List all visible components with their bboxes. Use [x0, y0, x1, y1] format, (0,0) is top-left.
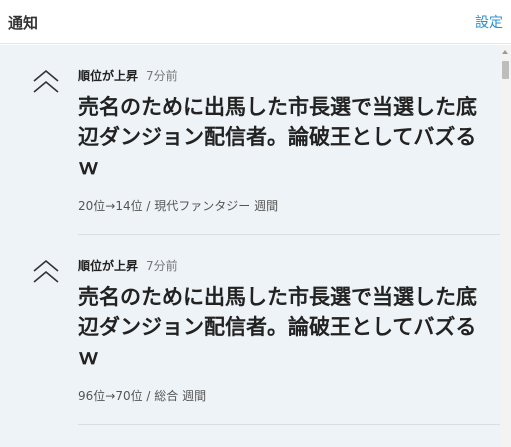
scrollbar-thumb[interactable] — [502, 61, 509, 79]
notification-header: 順位が上昇 7分前 — [78, 257, 178, 274]
settings-link[interactable]: 設定 — [475, 12, 503, 32]
scroll-up-arrow-icon[interactable] — [502, 50, 508, 54]
notification-header: 順位が上昇 7分前 — [78, 67, 178, 84]
notification-title[interactable]: 売名のために出馬した市長選で当選した底辺ダンジョン配信者。論破王としてバズるｗ — [78, 282, 478, 372]
notification-label: 順位が上昇 — [78, 259, 139, 273]
notification-label: 順位が上昇 — [78, 69, 139, 83]
panel-header: 通知 設定 — [0, 0, 511, 44]
notification-panel: 通知 設定 順位が上昇 7分前 売名のために出馬した市長選で当選した底辺ダンジョン… — [0, 0, 511, 447]
double-chevron-up-icon — [31, 257, 61, 287]
notification-time: 7分前 — [146, 69, 178, 83]
notification-time: 7分前 — [146, 259, 178, 273]
item-divider — [78, 424, 500, 425]
notification-list: 順位が上昇 7分前 売名のために出馬した市長選で当選した底辺ダンジョン配信者。論破… — [0, 45, 500, 447]
notification-meta: 20位→14位 / 現代ファンタジー 週間 — [78, 199, 279, 213]
scrollbar[interactable] — [500, 45, 511, 447]
notification-meta: 96位→70位 / 総合 週間 — [78, 389, 207, 403]
double-chevron-up-icon — [31, 67, 61, 97]
notification-item[interactable]: 順位が上昇 7分前 売名のために出馬した市長選で当選した底辺ダンジョン配信者。論破… — [0, 235, 500, 425]
notification-title[interactable]: 売名のために出馬した市長選で当選した底辺ダンジョン配信者。論破王としてバズるｗ — [78, 92, 478, 182]
panel-title: 通知 — [8, 14, 39, 32]
notification-item[interactable]: 順位が上昇 7分前 売名のために出馬した市長選で当選した底辺ダンジョン配信者。論破… — [0, 45, 500, 235]
